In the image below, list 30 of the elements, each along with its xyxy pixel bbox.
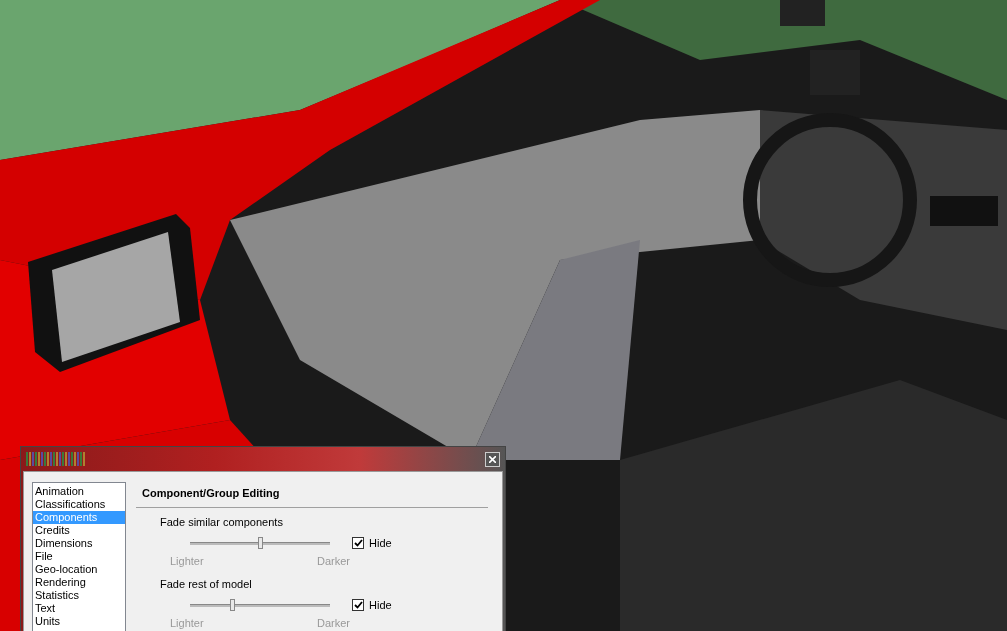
checkmark-icon	[353, 600, 363, 609]
min-label: Lighter	[170, 616, 204, 631]
category-item[interactable]: Statistics	[33, 589, 125, 602]
category-item[interactable]: Classifications	[33, 498, 125, 511]
checkmark-icon	[353, 538, 363, 547]
category-item[interactable]: Animation	[33, 485, 125, 498]
category-item[interactable]: File	[33, 550, 125, 563]
category-item[interactable]: Credits	[33, 524, 125, 537]
hide-checkbox[interactable]	[352, 536, 364, 549]
category-item[interactable]: Units	[33, 615, 125, 628]
section-title: Component/Group Editing	[141, 486, 281, 501]
checkbox-label: Hide	[369, 597, 392, 613]
slider[interactable]	[190, 598, 330, 611]
slider[interactable]	[190, 536, 330, 549]
setting-label: Fade similar components	[160, 515, 284, 529]
category-item[interactable]: Dimensions	[33, 537, 125, 550]
max-label: Darker	[317, 554, 350, 569]
category-item[interactable]: Rendering	[33, 576, 125, 589]
setting-label: Fade rest of model	[160, 577, 253, 591]
max-label: Darker	[317, 616, 350, 631]
close-icon	[489, 455, 496, 463]
category-item[interactable]: Text	[33, 602, 125, 615]
app-icon	[26, 451, 86, 467]
checkbox-label: Hide	[369, 535, 392, 551]
min-label: Lighter	[170, 554, 204, 569]
slider-thumb[interactable]	[230, 598, 236, 611]
slider-thumb[interactable]	[258, 536, 264, 549]
hide-checkbox[interactable]	[352, 598, 364, 611]
category-item[interactable]: Geo-location	[33, 563, 125, 576]
close-button[interactable]	[485, 451, 500, 467]
